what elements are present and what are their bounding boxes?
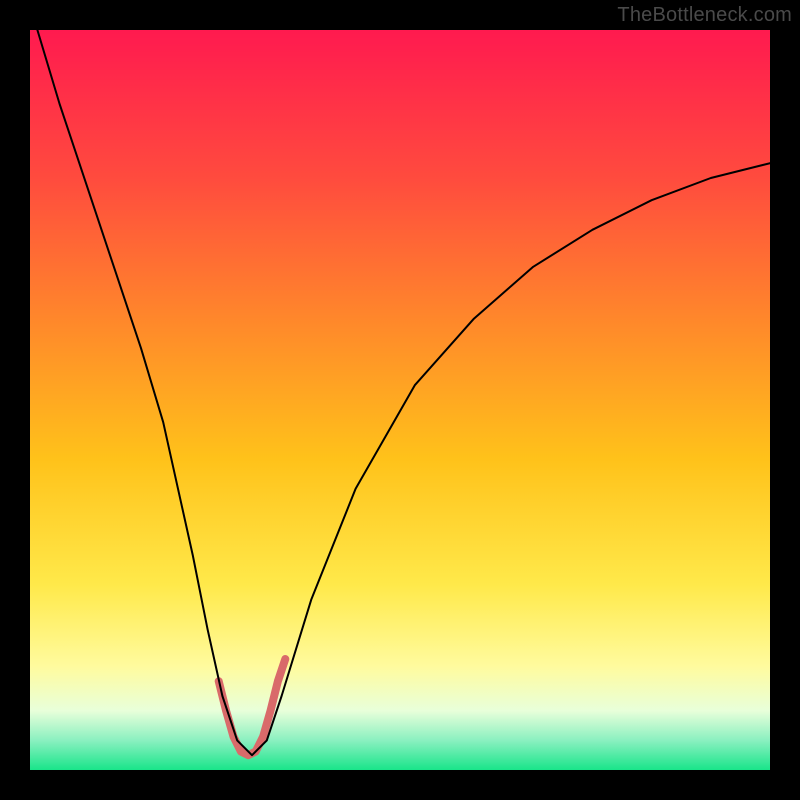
bottleneck-curve [37, 30, 770, 755]
chart-frame: TheBottleneck.com [0, 0, 800, 800]
curve-layer [30, 30, 770, 770]
highlight-segment [219, 659, 286, 755]
plot-area [30, 30, 770, 770]
watermark-text: TheBottleneck.com [617, 4, 792, 27]
